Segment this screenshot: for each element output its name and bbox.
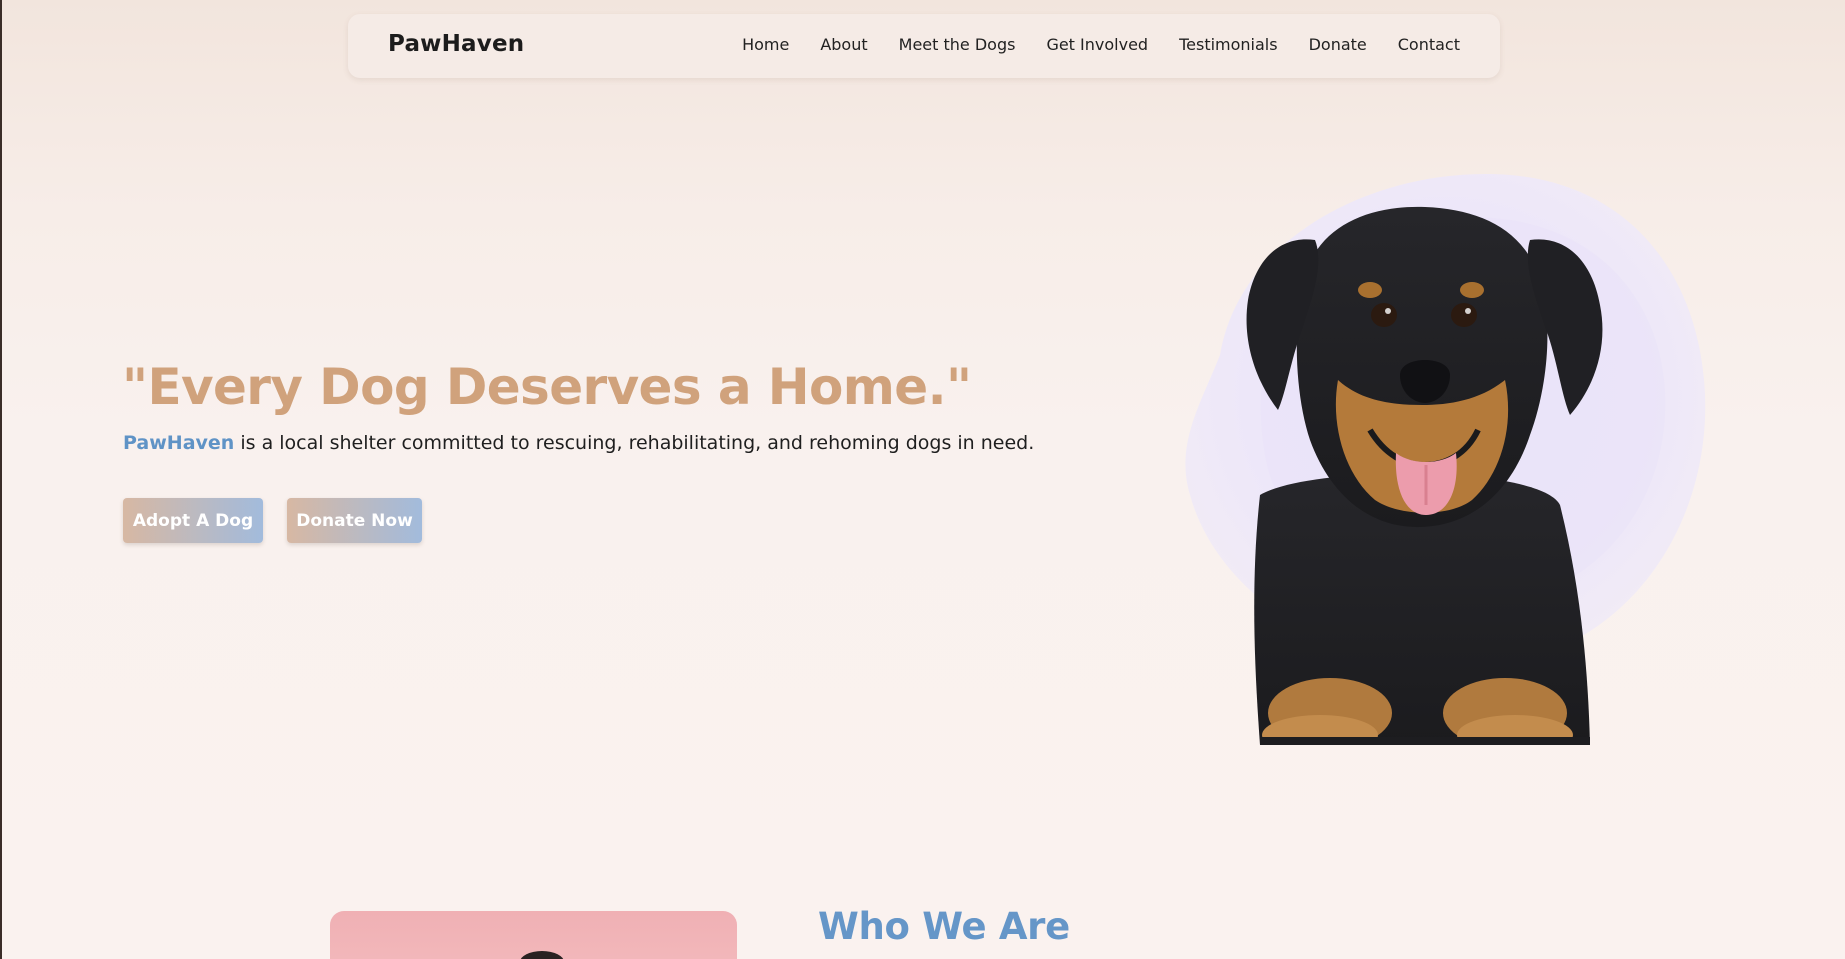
nav-link-meet-the-dogs[interactable]: Meet the Dogs bbox=[899, 35, 1016, 54]
puppy-eye-left bbox=[1371, 303, 1397, 327]
hero-title: "Every Dog Deserves a Home." bbox=[122, 358, 972, 416]
brand-logo[interactable]: PawHaven bbox=[388, 31, 524, 57]
puppy-eye-right bbox=[1451, 303, 1477, 327]
nav-link-contact[interactable]: Contact bbox=[1398, 35, 1460, 54]
nav-links: Home About Meet the Dogs Get Involved Te… bbox=[742, 35, 1460, 54]
about-image bbox=[330, 911, 737, 959]
hero-puppy-image bbox=[1185, 174, 1706, 745]
nav-link-donate[interactable]: Donate bbox=[1309, 35, 1367, 54]
navbar: PawHaven Home About Meet the Dogs Get In… bbox=[348, 14, 1500, 78]
nav-link-about[interactable]: About bbox=[820, 35, 867, 54]
who-we-are-title: Who We Are bbox=[818, 905, 1070, 948]
hero-subtitle: PawHaven is a local shelter committed to… bbox=[123, 432, 1034, 454]
adopt-a-dog-button[interactable]: Adopt A Dog bbox=[123, 498, 263, 543]
nav-link-testimonials[interactable]: Testimonials bbox=[1179, 35, 1278, 54]
about-image-subject bbox=[520, 951, 564, 959]
nav-link-get-involved[interactable]: Get Involved bbox=[1046, 35, 1148, 54]
page-left-edge bbox=[0, 0, 2, 959]
hero-brand-name: PawHaven bbox=[123, 432, 235, 454]
donate-now-button[interactable]: Donate Now bbox=[287, 498, 422, 543]
hero-subtitle-text: is a local shelter committed to rescuing… bbox=[234, 432, 1035, 454]
nav-link-home[interactable]: Home bbox=[742, 35, 789, 54]
